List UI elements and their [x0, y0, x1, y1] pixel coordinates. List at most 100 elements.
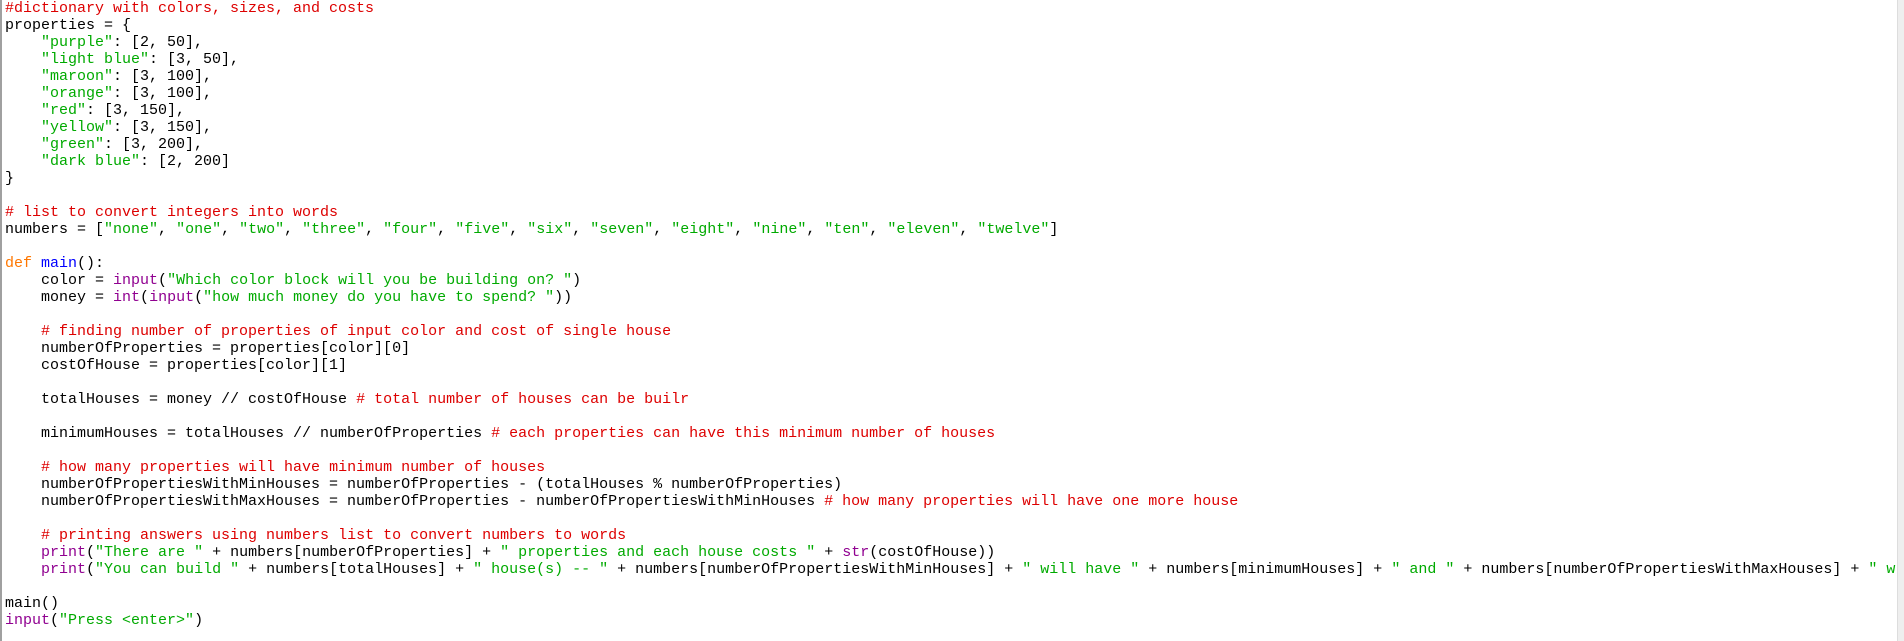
- code-token-plain: )): [554, 289, 573, 306]
- code-line: numbers = ["none", "one", "two", "three"…: [5, 221, 1895, 238]
- code-line: print("You can build " + numbers[totalHo…: [5, 561, 1895, 578]
- code-token-string: "twelve": [977, 221, 1050, 238]
- code-token-plain: + numbers[numberOfPropertiesWithMinHouse…: [608, 561, 1023, 578]
- code-token-defname: main: [41, 255, 78, 272]
- code-token-plain: numberOfPropertiesWithMinHouses = number…: [5, 476, 843, 493]
- code-token-plain: (: [194, 289, 204, 306]
- code-token-builtin: input: [113, 272, 159, 289]
- code-token-plain: : [3, 200],: [104, 136, 204, 153]
- code-token-builtin: input: [149, 289, 195, 306]
- code-token-comment: # printing answers using numbers list to…: [41, 527, 627, 544]
- code-token-builtin: int: [113, 289, 141, 306]
- code-line: #dictionary with colors, sizes, and cost…: [5, 0, 1895, 17]
- code-token-keyword: def: [5, 255, 42, 272]
- code-token-plain: color =: [5, 272, 114, 289]
- code-line: color = input("Which color block will yo…: [5, 272, 1895, 289]
- code-line: main(): [5, 595, 1895, 612]
- code-token-string: "green": [41, 136, 105, 153]
- code-line: "yellow": [3, 150],: [5, 119, 1895, 136]
- code-line: properties = {: [5, 17, 1895, 34]
- code-token-comment: # each properties can have this minimum …: [491, 425, 996, 442]
- code-token-plain: costOfHouse = properties[color][1]: [5, 357, 348, 374]
- code-line: "purple": [2, 50],: [5, 34, 1895, 51]
- code-editor[interactable]: #dictionary with colors, sizes, and cost…: [0, 0, 1897, 641]
- code-token-plain: main(): [5, 595, 60, 612]
- code-token-plain: ,: [806, 221, 825, 238]
- code-token-plain: ): [572, 272, 582, 289]
- code-token-string: "Which color block will you be building …: [167, 272, 573, 289]
- code-token-comment: # how many properties will have one more…: [824, 493, 1239, 510]
- code-token-plain: numberOfProperties = properties[color][0…: [5, 340, 411, 357]
- code-token-comment: # list to convert integers into words: [5, 204, 339, 221]
- code-line: # how many properties will have minimum …: [5, 459, 1895, 476]
- code-token-comment: # finding number of properties of input …: [41, 323, 672, 340]
- code-text-area[interactable]: #dictionary with colors, sizes, and cost…: [5, 0, 1895, 629]
- code-token-builtin: print: [41, 561, 87, 578]
- code-token-plain: ,: [221, 221, 240, 238]
- code-token-plain: +: [815, 544, 843, 561]
- code-line: money = int(input("how much money do you…: [5, 289, 1895, 306]
- code-token-string: "one": [176, 221, 222, 238]
- code-token-plain: : [3, 100],: [113, 85, 213, 102]
- code-token-plain: (costOfHouse)): [869, 544, 996, 561]
- code-token-plain: ,: [653, 221, 672, 238]
- code-token-string: "orange": [41, 85, 114, 102]
- code-token-plain: (: [86, 561, 96, 578]
- code-line: numberOfPropertiesWithMinHouses = number…: [5, 476, 1895, 493]
- code-token-plain: (: [140, 289, 150, 306]
- code-token-comment: # how many properties will have minimum …: [41, 459, 546, 476]
- code-token-string: " w: [1868, 561, 1896, 578]
- code-token-string: "five": [455, 221, 510, 238]
- code-line: print("There are " + numbers[numberOfPro…: [5, 544, 1895, 561]
- code-token-string: "six": [527, 221, 573, 238]
- code-token-string: "none": [104, 221, 159, 238]
- code-token-builtin: str: [842, 544, 870, 561]
- code-line: totalHouses = money // costOfHouse # tot…: [5, 391, 1895, 408]
- code-token-plain: : [3, 150],: [86, 102, 186, 119]
- code-token-plain: : [2, 200]: [140, 153, 231, 170]
- code-token-plain: ,: [734, 221, 753, 238]
- code-line: input("Press <enter>"): [5, 612, 1895, 629]
- code-token-plain: minimumHouses = totalHouses // numberOfP…: [5, 425, 492, 442]
- code-token-string: "red": [41, 102, 87, 119]
- code-line: numberOfProperties = properties[color][0…: [5, 340, 1895, 357]
- code-line: # list to convert integers into words: [5, 204, 1895, 221]
- code-token-plain: ,: [284, 221, 303, 238]
- code-line: }: [5, 170, 1895, 187]
- code-token-string: "nine": [752, 221, 807, 238]
- code-token-builtin: print: [41, 544, 87, 561]
- code-token-comment: #dictionary with colors, sizes, and cost…: [5, 0, 375, 17]
- code-token-plain: ,: [365, 221, 384, 238]
- code-token-plain: : [3, 50],: [149, 51, 240, 68]
- code-line: def main():: [5, 255, 1895, 272]
- code-token-plain: : [3, 150],: [113, 119, 213, 136]
- code-token-plain: ,: [572, 221, 591, 238]
- code-line: "dark blue": [2, 200]: [5, 153, 1895, 170]
- code-token-string: "There are ": [95, 544, 204, 561]
- code-line: # finding number of properties of input …: [5, 323, 1895, 340]
- code-token-plain: }: [5, 170, 15, 187]
- vertical-scrollbar[interactable]: [1897, 0, 1904, 641]
- code-token-plain: ,: [869, 221, 888, 238]
- code-token-plain: (: [158, 272, 168, 289]
- code-line: "maroon": [3, 100],: [5, 68, 1895, 85]
- code-token-string: "four": [383, 221, 438, 238]
- code-token-string: " and ": [1391, 561, 1455, 578]
- code-token-string: "how much money do you have to spend? ": [203, 289, 555, 306]
- code-token-plain: ]: [1049, 221, 1059, 238]
- code-token-plain: + numbers[numberOfProperties] +: [203, 544, 501, 561]
- code-token-string: "dark blue": [41, 153, 141, 170]
